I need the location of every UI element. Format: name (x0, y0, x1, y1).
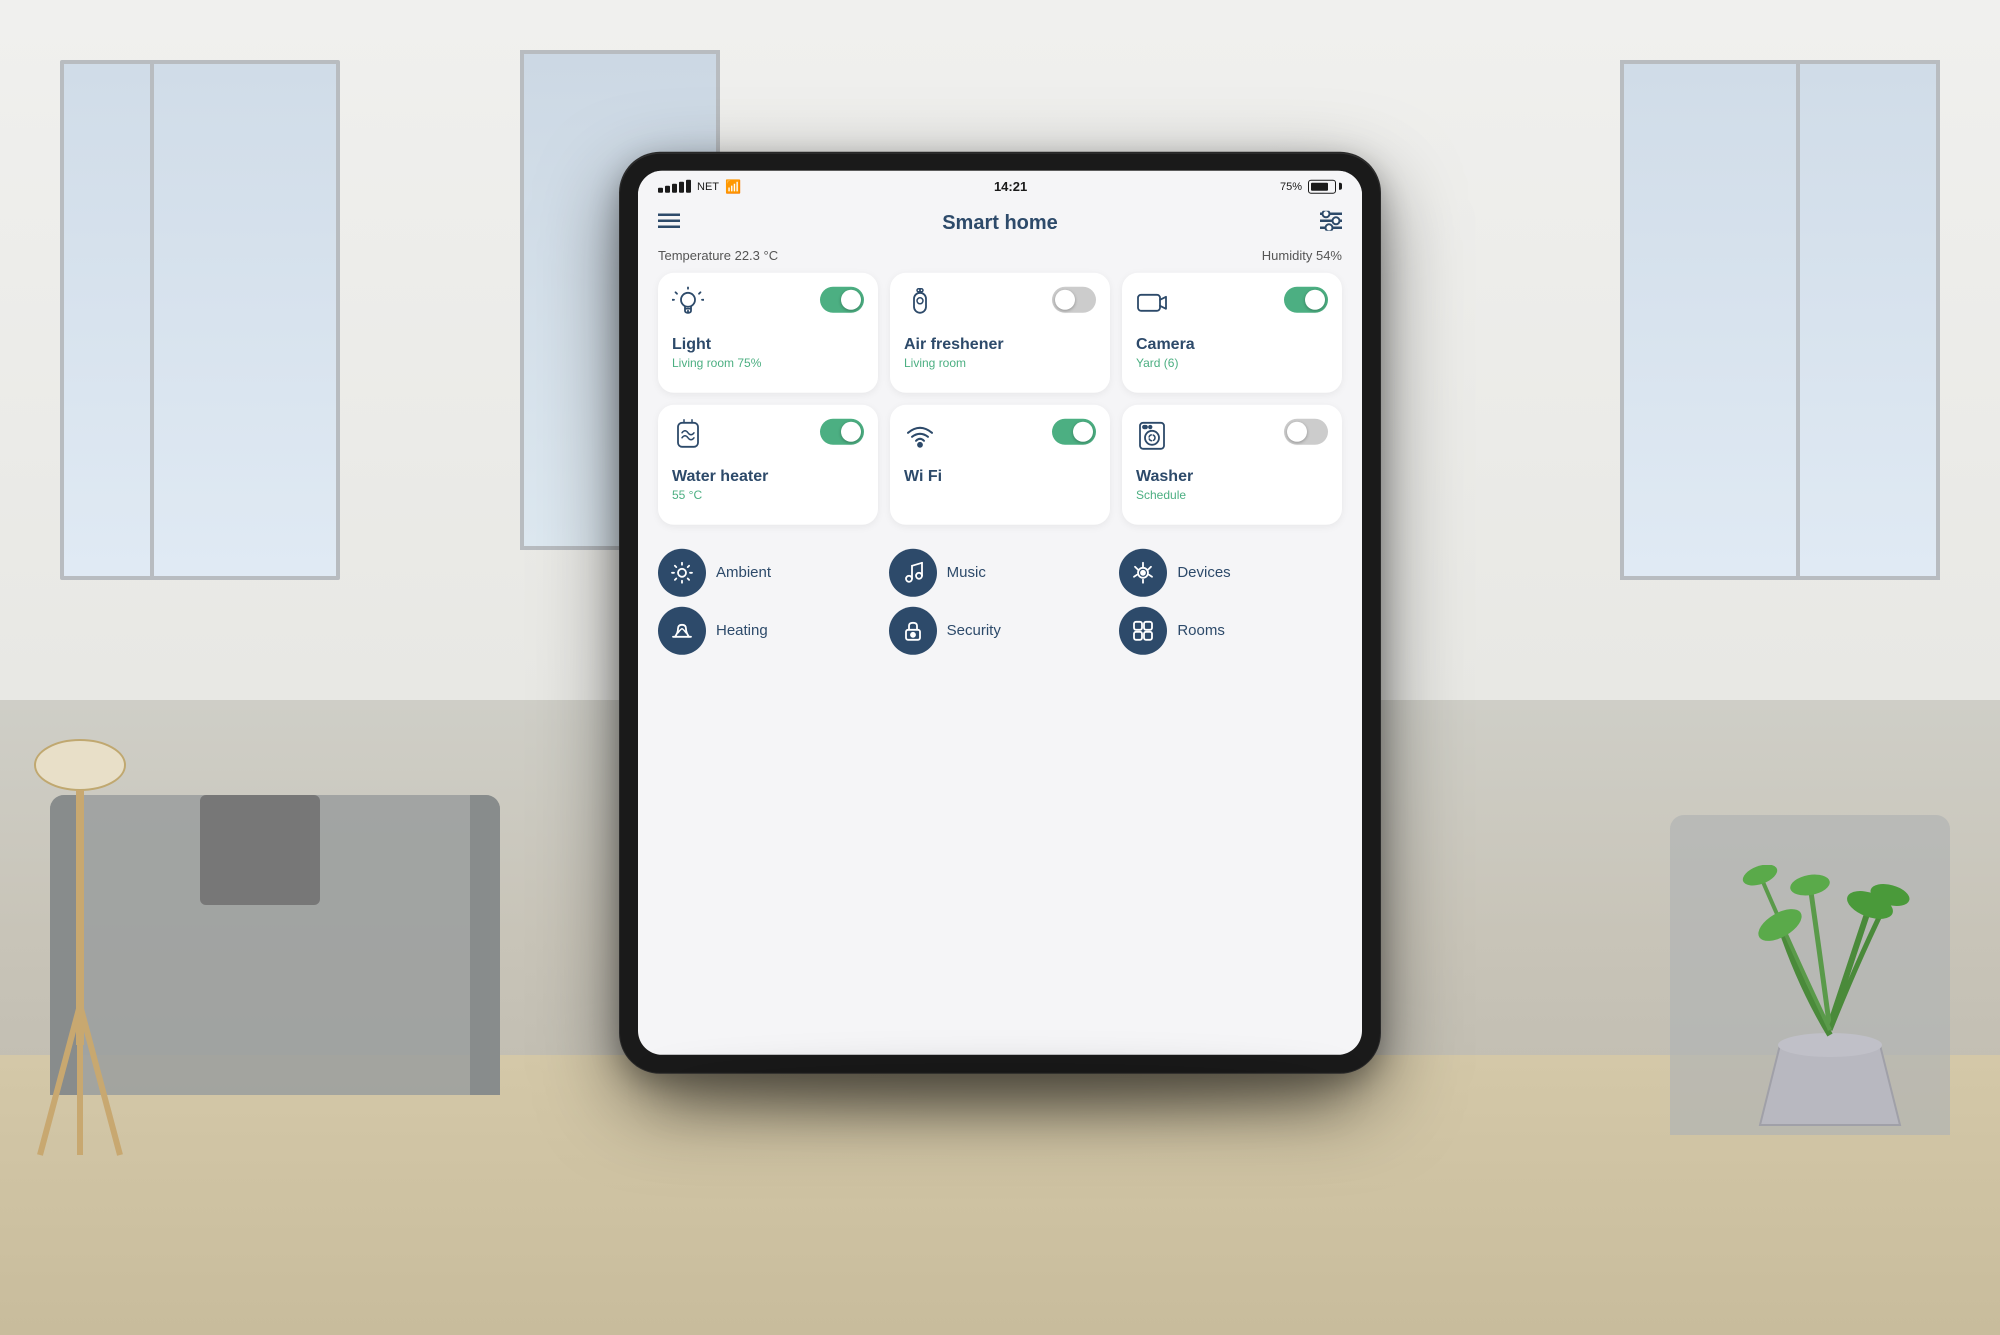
music-label: Music (947, 564, 986, 581)
bg-lamp (20, 725, 140, 1175)
bg-sofa-cushion (200, 795, 320, 905)
nav-item-ambient[interactable]: Ambient (658, 548, 881, 596)
ambient-circle (658, 548, 706, 596)
light-name: Light (672, 335, 864, 353)
battery-icon (1308, 179, 1342, 193)
air-freshener-toggle[interactable] (1052, 286, 1096, 312)
water-heater-name: Water heater (672, 467, 864, 485)
ambient-label: Ambient (716, 564, 771, 581)
temperature-label: Temperature 22.3 °C (658, 247, 778, 262)
device-grid: Light Living room 75% (638, 272, 1362, 540)
menu-icon[interactable] (658, 212, 680, 233)
security-label: Security (947, 622, 1001, 639)
bg-plant (1740, 865, 1920, 1145)
rooms-label: Rooms (1177, 622, 1225, 639)
security-circle (889, 606, 937, 654)
humidity-label: Humidity 54% (1262, 247, 1342, 262)
camera-icon (1136, 286, 1168, 323)
washer-icon (1136, 418, 1168, 455)
water-heater-icon (672, 418, 704, 455)
settings-icon[interactable] (1320, 210, 1342, 235)
bg-window-right-divider (1796, 60, 1800, 580)
device-card-camera[interactable]: Camera Yard (6) (1122, 272, 1342, 392)
water-heater-toggle[interactable] (820, 418, 864, 444)
camera-toggle[interactable] (1284, 286, 1328, 312)
nav-item-music[interactable]: Music (889, 548, 1112, 596)
app-title: Smart home (942, 211, 1058, 234)
status-left: NET 📶 (658, 178, 741, 194)
device-card-water-heater[interactable]: Water heater 55 °C (658, 404, 878, 524)
bg-window-left (60, 60, 340, 580)
devices-circle (1119, 548, 1167, 596)
device-card-air-freshener[interactable]: Air freshener Living room (890, 272, 1110, 392)
camera-name: Camera (1136, 335, 1328, 353)
battery-percent-label: 75% (1280, 180, 1302, 192)
nav-item-rooms[interactable]: Rooms (1119, 606, 1342, 654)
tablet: NET 📶 14:21 75% (620, 152, 1380, 1072)
status-time: 14:21 (994, 179, 1027, 194)
wifi-name: Wi Fi (904, 467, 1096, 485)
app-header: Smart home (638, 198, 1362, 243)
heating-label: Heating (716, 622, 768, 639)
camera-sub: Yard (6) (1136, 355, 1328, 369)
nav-item-heating[interactable]: Heating (658, 606, 881, 654)
washer-name: Washer (1136, 467, 1328, 485)
tablet-shadow (658, 1072, 1342, 1112)
tablet-frame: NET 📶 14:21 75% (620, 152, 1380, 1072)
wifi-icon (904, 418, 936, 455)
washer-toggle[interactable] (1284, 418, 1328, 444)
water-heater-sub: 55 °C (672, 487, 864, 501)
wifi-status-icon: 📶 (725, 178, 741, 194)
bottom-nav: Ambient Music (638, 540, 1362, 670)
info-bar: Temperature 22.3 °C Humidity 54% (638, 243, 1362, 272)
washer-sub: Schedule (1136, 487, 1328, 501)
air-freshener-sub: Living room (904, 355, 1096, 369)
rooms-circle (1119, 606, 1167, 654)
nav-item-devices[interactable]: Devices (1119, 548, 1342, 596)
device-card-light[interactable]: Light Living room 75% (658, 272, 878, 392)
air-freshener-name: Air freshener (904, 335, 1096, 353)
heating-circle (658, 606, 706, 654)
bg-sofa-armrest-right (470, 795, 500, 1095)
bg-window-right (1620, 60, 1940, 580)
tablet-screen: NET 📶 14:21 75% (638, 170, 1362, 1054)
carrier-label: NET (697, 180, 719, 192)
light-toggle[interactable] (820, 286, 864, 312)
status-right: 75% (1280, 179, 1342, 193)
light-icon (672, 286, 704, 323)
device-card-washer[interactable]: Washer Schedule (1122, 404, 1342, 524)
signal-icon (658, 180, 691, 193)
music-circle (889, 548, 937, 596)
devices-label: Devices (1177, 564, 1230, 581)
air-freshener-icon (904, 286, 936, 323)
status-bar: NET 📶 14:21 75% (638, 170, 1362, 198)
nav-item-security[interactable]: Security (889, 606, 1112, 654)
bg-window-divider (150, 60, 154, 580)
light-sub: Living room 75% (672, 355, 864, 369)
device-card-wifi[interactable]: Wi Fi (890, 404, 1110, 524)
wifi-toggle[interactable] (1052, 418, 1096, 444)
